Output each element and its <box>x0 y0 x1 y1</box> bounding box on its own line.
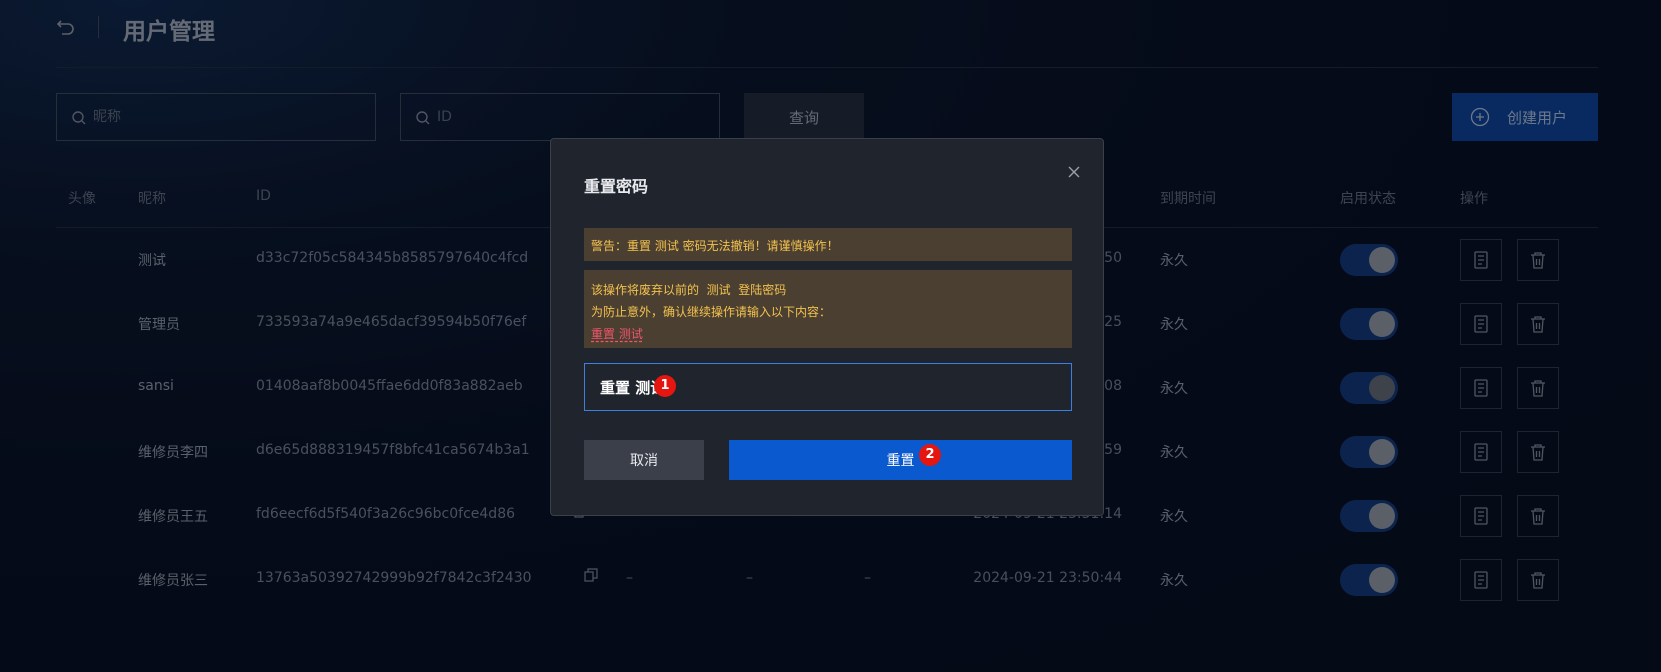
reset-button-label: 重置 <box>886 453 915 469</box>
warning-text: 警告：重置 测试 密码无法撤销！请谨慎操作！ <box>591 239 839 253</box>
confirm-phrase: 重置 测试 <box>591 327 643 341</box>
confirm-instructions: 该操作将废弃以前的 测试 登陆密码 为防止意外，确认继续操作请输入以下内容： 重… <box>584 270 1072 348</box>
close-icon[interactable] <box>1067 165 1081 179</box>
instruction-line-1: 该操作将废弃以前的 测试 登陆密码 <box>591 283 787 297</box>
warning-banner: 警告：重置 测试 密码无法撤销！请谨慎操作！ <box>584 228 1072 261</box>
step-badge-2: 2 <box>919 444 941 466</box>
step-badge-1: 1 <box>654 375 676 397</box>
instruction-line-2: 为防止意外，确认继续操作请输入以下内容： <box>591 305 832 319</box>
cancel-button[interactable]: 取消 <box>584 440 704 480</box>
dialog-title: 重置密码 <box>584 177 649 196</box>
reset-password-dialog: 重置密码 警告：重置 测试 密码无法撤销！请谨慎操作！ 该操作将废弃以前的 测试… <box>550 138 1104 516</box>
reset-button[interactable]: 重置 <box>729 440 1072 480</box>
